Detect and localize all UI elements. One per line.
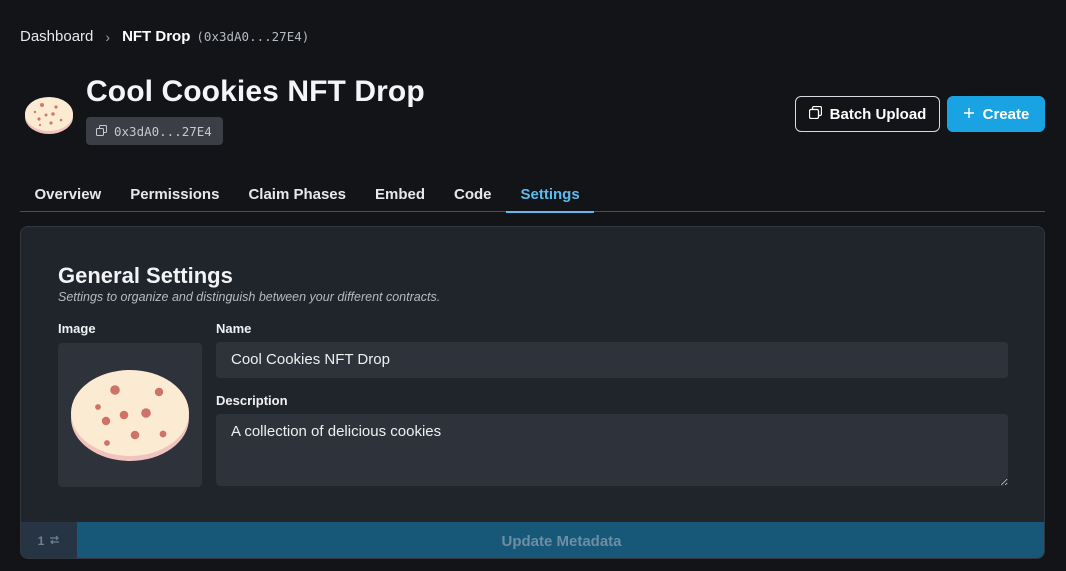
image-upload[interactable] (58, 343, 202, 487)
image-label: Image (58, 321, 96, 336)
tab-claim-phases[interactable]: Claim Phases (234, 178, 361, 212)
copy-address-button[interactable]: 0x3dA0...27E4 (86, 117, 223, 145)
tab-embed[interactable]: Embed (361, 178, 440, 212)
tab-code[interactable]: Code (440, 178, 507, 212)
transaction-count: 1 (37, 534, 45, 548)
breadcrumb-dashboard-link[interactable]: Dashboard (20, 28, 93, 45)
tab-bar: Overview Permissions Claim Phases Embed … (20, 178, 1045, 213)
breadcrumb: Dashboard › NFT Drop (0x3dA0...27E4) (20, 28, 309, 45)
name-label: Name (216, 321, 252, 336)
contract-title: Cool Cookies NFT Drop (86, 75, 425, 108)
create-button[interactable]: Create (947, 96, 1045, 132)
general-settings-card: General Settings Settings to organize an… (20, 226, 1045, 559)
nft-drop-settings-page: Dashboard › NFT Drop (0x3dA0...27E4) Coo… (0, 0, 1066, 571)
description-field[interactable]: A collection of delicious cookies (216, 414, 1008, 486)
batch-upload-button[interactable]: Batch Upload (795, 96, 940, 132)
tab-permissions[interactable]: Permissions (116, 178, 234, 212)
cookie-image (71, 370, 189, 461)
name-field[interactable] (216, 342, 1008, 378)
cookie-icon (23, 92, 75, 136)
update-metadata-button[interactable]: Update Metadata (77, 522, 1044, 558)
batch-upload-icon (808, 105, 822, 123)
settings-title: General Settings (58, 263, 233, 288)
tab-settings[interactable]: Settings (506, 178, 595, 213)
form-action-bar: 1 Update Metadata (21, 522, 1044, 558)
breadcrumb-separator: › (105, 28, 111, 45)
contract-address: 0x3dA0...27E4 (114, 123, 212, 139)
description-label: Description (216, 393, 288, 408)
tab-overview[interactable]: Overview (20, 178, 116, 212)
settings-subtitle: Settings to organize and distinguish bet… (58, 290, 441, 304)
breadcrumb-current: NFT Drop (122, 28, 191, 45)
copy-icon (96, 124, 114, 139)
plus-icon (963, 106, 975, 123)
create-label: Create (982, 105, 1030, 123)
breadcrumb-address: (0x3dA0...27E4) (196, 29, 310, 44)
swap-arrows-icon (49, 534, 60, 548)
transaction-counter: 1 (21, 522, 77, 558)
batch-upload-label: Batch Upload (829, 105, 927, 123)
